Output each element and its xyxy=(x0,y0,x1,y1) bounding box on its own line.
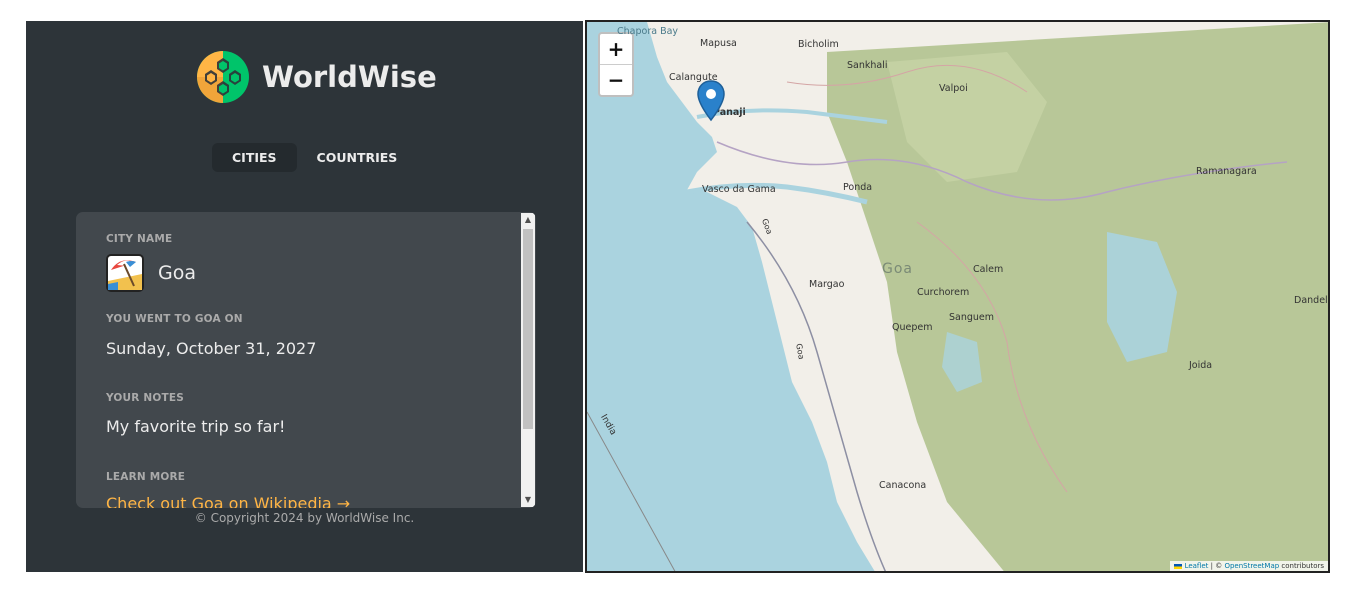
tab-cities[interactable]: CITIES xyxy=(212,143,297,172)
map-place-label: Joida xyxy=(1189,360,1213,371)
wikipedia-link[interactable]: Check out Goa on Wikipedia → xyxy=(106,494,350,508)
map[interactable]: + − Chapora Bay Mapusa Bicholim Calangut… xyxy=(585,20,1330,573)
tab-countries[interactable]: COUNTRIES xyxy=(297,143,418,172)
map-place-label: Chapora Bay xyxy=(617,26,679,37)
logo-icon xyxy=(197,51,249,103)
map-place-label: Mapusa xyxy=(700,38,737,49)
map-marker-icon[interactable] xyxy=(697,80,725,122)
map-place-label: Vasco da Gama xyxy=(702,184,776,195)
map-place-label: Ramanagara xyxy=(1196,166,1257,177)
notes: My favorite trip so far! xyxy=(106,417,286,436)
card-scrollbar[interactable]: ▲ ▼ xyxy=(521,213,535,507)
logo[interactable]: WorldWise xyxy=(196,51,437,103)
map-place-label: Sankhali xyxy=(847,60,888,71)
visit-date: Sunday, October 31, 2027 xyxy=(106,339,317,358)
map-place-label: Bicholim xyxy=(798,39,839,50)
app-name: WorldWise xyxy=(262,60,437,94)
attribution-separator: | © xyxy=(1208,562,1225,570)
map-region-label: Goa xyxy=(882,261,913,277)
zoom-out-button[interactable]: − xyxy=(600,65,632,95)
map-place-label: Quepem xyxy=(892,322,933,333)
zoom-in-button[interactable]: + xyxy=(600,34,632,65)
copyright: © Copyright 2024 by WorldWise Inc. xyxy=(194,511,415,525)
leaflet-link[interactable]: Leaflet xyxy=(1185,562,1209,570)
tab-bar: CITIES COUNTRIES xyxy=(212,143,417,172)
scroll-down-arrow-icon[interactable]: ▼ xyxy=(521,493,535,507)
notes-label: Your notes xyxy=(106,392,185,404)
city-name-label: City name xyxy=(106,233,173,245)
map-place-label: Canacona xyxy=(879,480,927,491)
map-place-label: Dandeli xyxy=(1294,295,1330,306)
map-place-label: Valpoi xyxy=(939,83,968,94)
map-place-label: Curchorem xyxy=(917,287,970,298)
beach-umbrella-icon xyxy=(106,254,144,292)
map-place-label: Margao xyxy=(809,279,845,290)
learn-more-label: Learn more xyxy=(106,471,186,483)
city-details-card: City name Goa You went to Goa on Sunday,… xyxy=(76,212,536,508)
scroll-up-arrow-icon[interactable]: ▲ xyxy=(521,213,535,227)
sidebar: WorldWise CITIES COUNTRIES City name Goa… xyxy=(26,21,583,572)
map-place-label: Ponda xyxy=(843,182,873,193)
ukraine-flag-icon xyxy=(1174,563,1183,569)
city-name: Goa xyxy=(158,262,196,284)
city-name-row: Goa xyxy=(106,254,196,292)
attribution-suffix: contributors xyxy=(1279,562,1324,570)
map-place-label: Calem xyxy=(973,264,1004,275)
map-place-label: Sanguem xyxy=(949,312,995,323)
map-attribution: Leaflet | © OpenStreetMap contributors xyxy=(1170,561,1328,571)
osm-link[interactable]: OpenStreetMap xyxy=(1224,562,1279,570)
zoom-control: + − xyxy=(598,32,634,97)
visit-date-label: You went to Goa on xyxy=(106,313,243,325)
scrollbar-thumb[interactable] xyxy=(523,229,533,429)
